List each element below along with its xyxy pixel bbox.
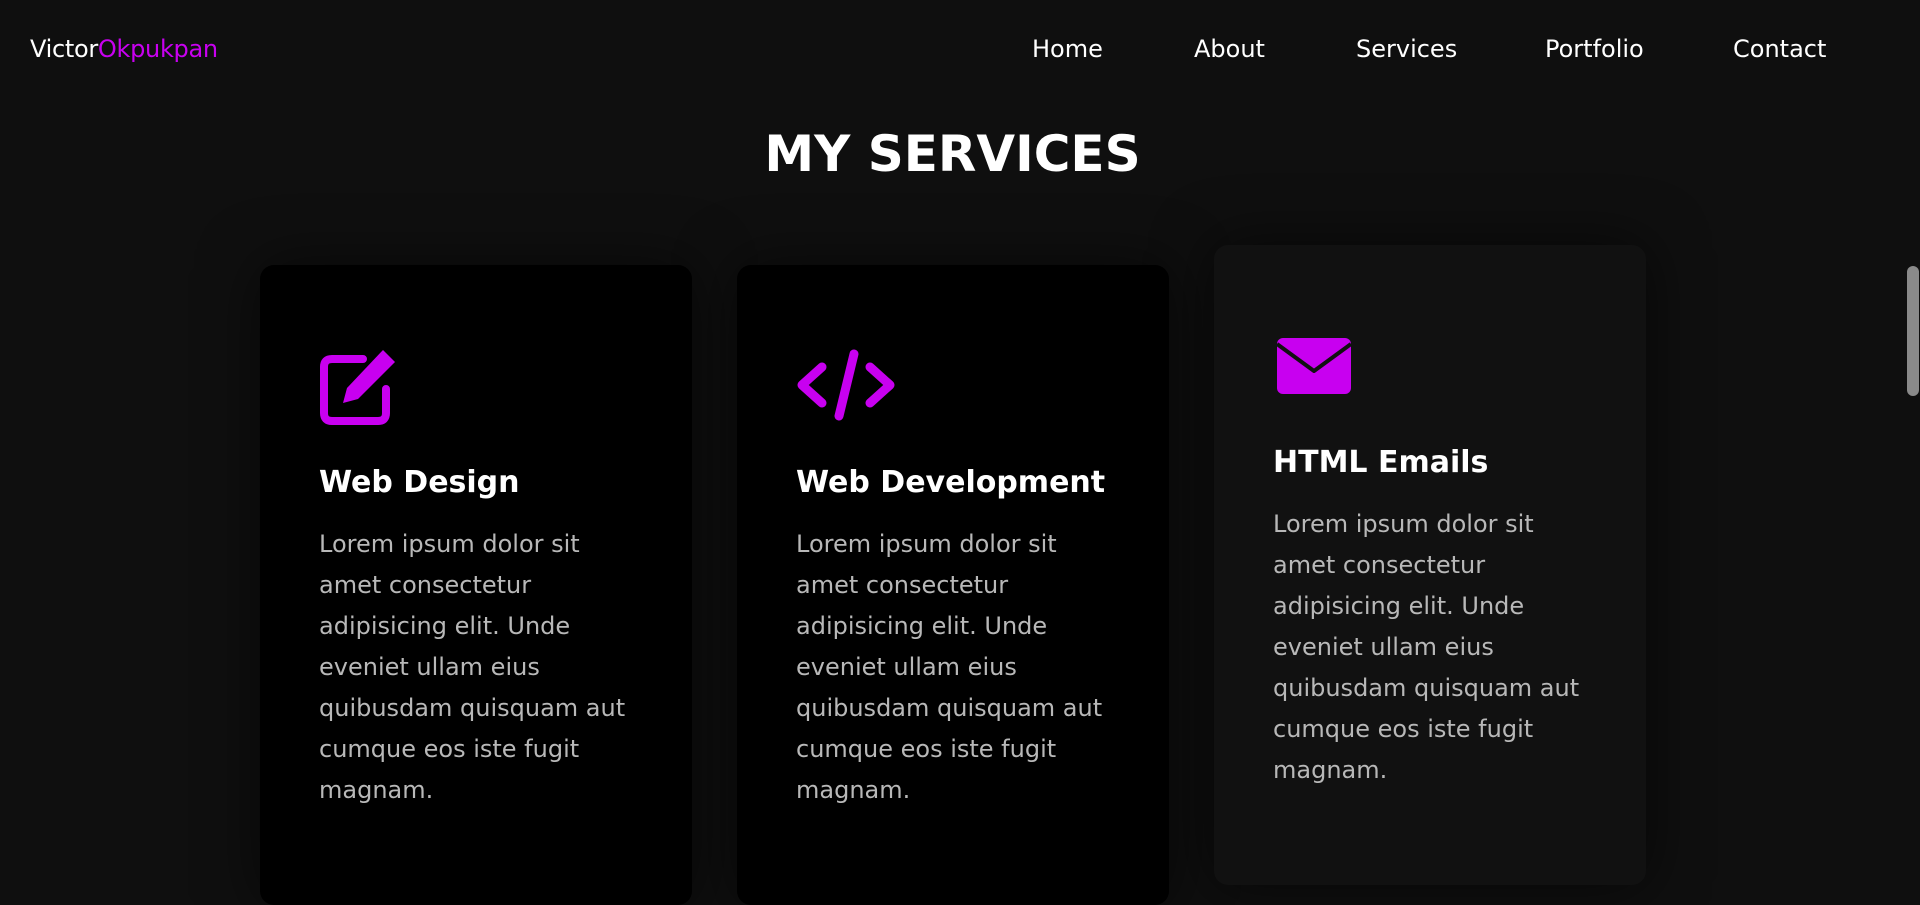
nav-link-home[interactable]: Home xyxy=(1032,34,1103,64)
service-description: Lorem ipsum dolor sit amet consectetur a… xyxy=(796,530,1103,804)
code-icon xyxy=(796,345,895,425)
service-title: Web Development xyxy=(796,465,1106,500)
nav-link-about[interactable]: About xyxy=(1194,34,1265,64)
scrollbar-thumb[interactable] xyxy=(1907,266,1919,396)
service-description: Lorem ipsum dolor sit amet consectetur a… xyxy=(1273,510,1580,784)
service-card-web-design[interactable]: Web Design Lorem ipsum dolor sit amet co… xyxy=(260,265,692,905)
envelope-icon xyxy=(1273,335,1355,415)
section-title: MY SERVICES xyxy=(764,125,1141,183)
service-title: HTML Emails xyxy=(1273,445,1489,480)
edit-icon xyxy=(319,345,401,425)
scrollbar-track[interactable] xyxy=(1905,0,1920,871)
service-title: Web Design xyxy=(319,465,520,500)
nav-link-services[interactable]: Services xyxy=(1356,34,1457,64)
navbar: VictorOkpukpan Home About Services Portf… xyxy=(0,0,1905,100)
nav-link-contact[interactable]: Contact xyxy=(1733,34,1826,64)
service-card-html-emails[interactable]: HTML Emails Lorem ipsum dolor sit amet c… xyxy=(1214,245,1646,885)
nav-links: Home About Services Portfolio Contact xyxy=(0,34,1905,64)
service-description: Lorem ipsum dolor sit amet consectetur a… xyxy=(319,530,626,804)
nav-link-portfolio[interactable]: Portfolio xyxy=(1545,34,1644,64)
service-card-web-development[interactable]: Web Development Lorem ipsum dolor sit am… xyxy=(737,265,1169,905)
